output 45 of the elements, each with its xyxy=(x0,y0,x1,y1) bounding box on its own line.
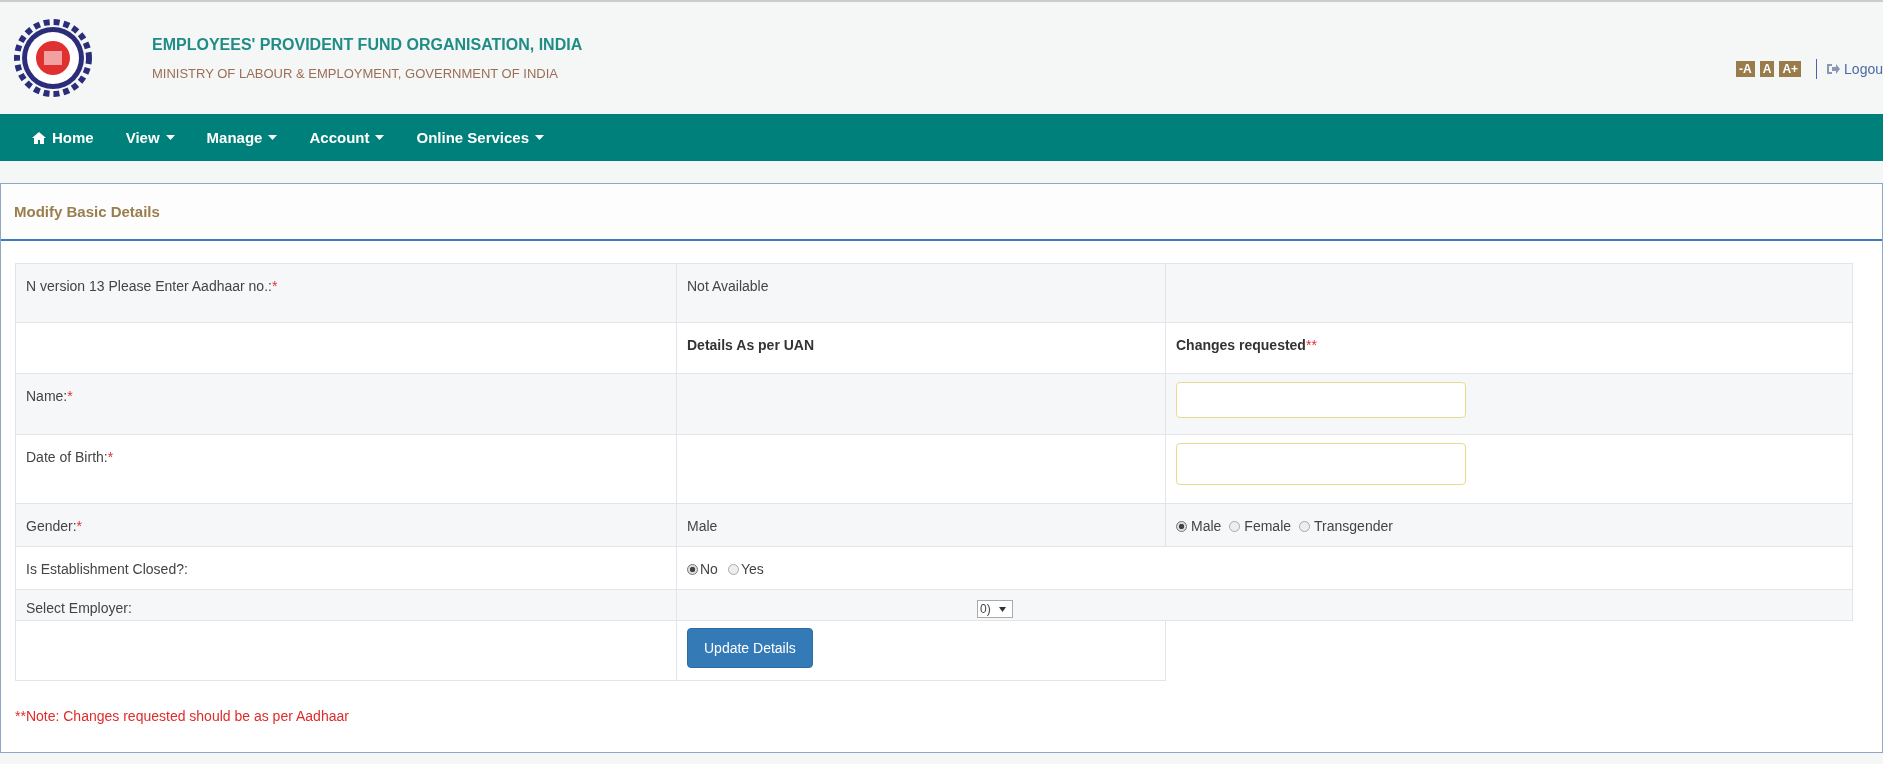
font-size-button[interactable]: A+ xyxy=(1779,61,1802,77)
radio-option[interactable]: No xyxy=(687,561,718,577)
nav-menu-item[interactable]: Home xyxy=(20,129,114,146)
font-size-button[interactable]: A xyxy=(1759,61,1775,77)
ministry-subtitle: MINISTRY OF LABOUR & EMPLOYMENT, GOVERNMENT OF INDIA xyxy=(152,65,559,81)
radio-option[interactable]: Yes xyxy=(727,561,764,577)
field-label: Date of Birth: xyxy=(26,449,108,465)
nav-menu-item[interactable]: Online Services xyxy=(404,129,565,146)
organisation-title: EMPLOYEES' PROVIDENT FUND ORGANISATION, INDIA xyxy=(152,35,583,54)
logout-link[interactable]: Logou xyxy=(1826,61,1883,77)
caret-icon xyxy=(165,135,175,140)
caret-icon xyxy=(375,135,385,140)
required-mark: * xyxy=(67,388,73,404)
table-cell: Details As per UAN xyxy=(676,322,1166,374)
nav-menu-item[interactable]: View xyxy=(113,129,195,146)
radio-option[interactable]: Male xyxy=(1176,518,1222,534)
column-heading: Changes requested xyxy=(1176,337,1306,353)
font-size-button[interactable]: -A xyxy=(1736,61,1755,77)
radio-option[interactable]: Transgender xyxy=(1299,518,1393,534)
panel-title: Modify Basic Details xyxy=(14,203,160,220)
input-field[interactable] xyxy=(1176,382,1466,418)
caret-icon xyxy=(998,606,1006,612)
note-text: **Note: Changes requested should be as per Aadhaar xyxy=(15,708,350,724)
nav-menu-item[interactable]: Account xyxy=(297,129,405,146)
field-label: N version 13 Please Enter Aadhaar no.: xyxy=(26,278,272,294)
field-label: Is Establishment Closed?: xyxy=(26,561,188,577)
caret-icon xyxy=(268,135,278,140)
input-field[interactable] xyxy=(1176,443,1466,485)
table-cell: Male xyxy=(676,503,1166,547)
update-details-button[interactable]: Update Details xyxy=(687,628,813,668)
house-icon xyxy=(32,131,46,144)
employer-select[interactable]: 0) xyxy=(977,600,1013,618)
radio-option[interactable]: Female xyxy=(1229,518,1292,534)
field-label: Select Employer: xyxy=(26,600,132,616)
logout-icon xyxy=(1826,63,1841,75)
field-label: Name: xyxy=(26,388,68,404)
required-mark: * xyxy=(76,518,83,534)
caret-icon xyxy=(535,135,545,140)
field-label: Gender: xyxy=(26,518,77,534)
required-mark: ** xyxy=(1305,337,1317,353)
gear-emblem-icon xyxy=(14,19,92,97)
table-cell: Not Available xyxy=(676,263,1166,323)
nav-menu-item[interactable]: Manage xyxy=(194,129,298,146)
required-mark: * xyxy=(271,278,278,294)
required-mark: * xyxy=(107,449,114,465)
